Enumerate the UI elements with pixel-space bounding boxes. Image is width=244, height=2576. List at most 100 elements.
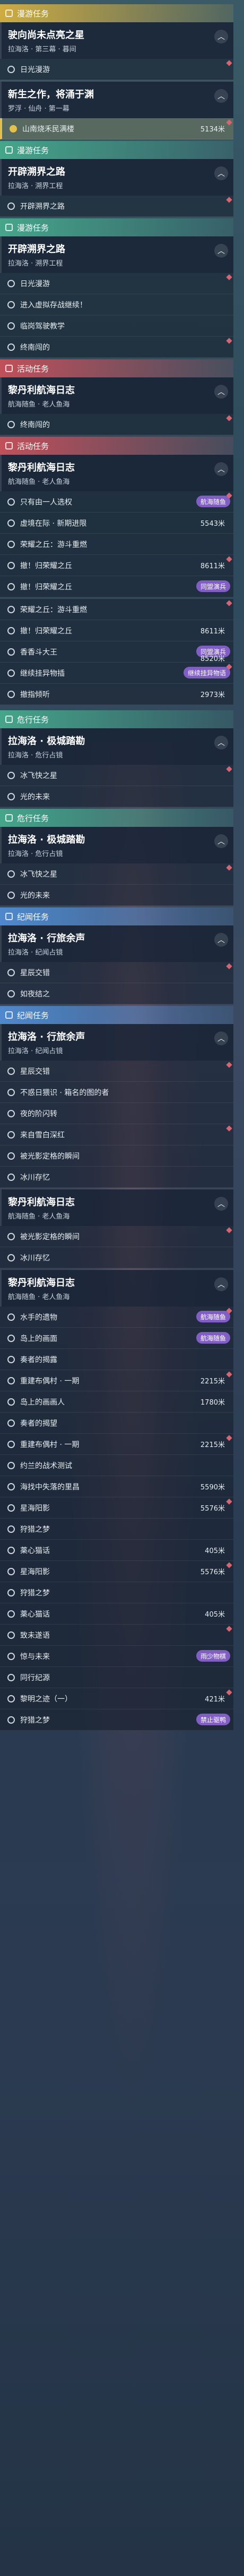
quest-step[interactable]: 狩猎之梦 <box>0 1519 233 1540</box>
quest-step[interactable]: 水手的遗物1773米航海随鱼 <box>0 1307 233 1328</box>
category-header[interactable]: 危行任务 <box>0 809 233 827</box>
quest-step[interactable]: 星辰交错 <box>0 1061 233 1082</box>
chevron-up-icon[interactable]: ︿ <box>214 462 228 476</box>
quest-step[interactable]: 同行纪源 <box>0 1667 233 1688</box>
quest-step[interactable]: 岛上的画画人 1780米 <box>0 1391 233 1413</box>
quest-step[interactable]: 薬心猫话 405米 <box>0 1540 233 1561</box>
category-header[interactable]: 漫游任务 <box>0 141 233 159</box>
quest-step[interactable]: 撤！归荣耀之丘 8611米 <box>0 555 233 576</box>
category-header[interactable]: 漫游任务 <box>0 4 233 22</box>
quest-step[interactable]: 荣耀之丘：游斗重燃 <box>0 599 233 620</box>
chevron-up-icon[interactable]: ︿ <box>214 385 228 399</box>
quest-step[interactable]: 日光漫游 <box>0 273 233 294</box>
quest-step[interactable]: 日光漫游 <box>0 59 233 80</box>
quest-step[interactable]: 继续挂异物插 继续挂异物语 <box>0 663 233 684</box>
quest-step[interactable]: 惊与未来456米雨少物棋 <box>0 1646 233 1667</box>
step-tag[interactable]: 航海随鱼 <box>196 1332 230 1344</box>
category-header[interactable]: 活动任务 <box>0 437 233 455</box>
quest-card[interactable]: 开辟溯界之路 拉海洛 · 溯界工程 ︿ <box>0 236 233 273</box>
quest-step[interactable]: 星辰交错 <box>0 962 233 983</box>
quest-step[interactable]: 海找中失落的里昌 5590米 <box>0 1476 233 1497</box>
quest-section: 活动任务 黎丹利航海日志 航海随鱼 · 老人鱼海 ︿ 只有由一人选权 航海随鱼 虚境在际 ·… <box>0 437 233 597</box>
quest-step[interactable]: 黎明之迹（一） 421米 <box>0 1688 233 1709</box>
quest-step[interactable]: 只有由一人选权 航海随鱼 <box>0 491 233 513</box>
quest-step[interactable]: 光的未来 <box>0 885 233 906</box>
step-tag[interactable]: 继续挂异物语 <box>183 667 230 678</box>
quest-step[interactable]: 光的未来 <box>0 786 233 807</box>
quest-step[interactable]: 荣耀之丘：游斗重燃 <box>0 534 233 555</box>
chevron-up-icon[interactable]: ︿ <box>214 736 228 749</box>
chevron-up-icon[interactable]: ︿ <box>214 1031 228 1045</box>
quest-card[interactable]: 拉海洛 · 极城踏勘 拉海洛 · 危行占镜 ︿ <box>0 827 233 863</box>
quest-title: 新生之作，将涌于渊 <box>8 89 94 100</box>
quest-step[interactable]: 香香斗大王 同盟演兵 8520米 <box>0 641 233 663</box>
quest-title: 黎丹利航海日志 <box>8 462 75 473</box>
step-label: 撤！归荣耀之丘 <box>20 627 72 636</box>
quest-step[interactable]: 不惑日猥识 · 箱名的图的者 <box>0 1082 233 1103</box>
step-tag[interactable]: 航海随鱼 <box>196 1311 230 1322</box>
quest-step[interactable]: 开辟溯界之路 <box>0 196 233 217</box>
quest-card[interactable]: 拉海洛 · 行旅余声 拉海洛 · 纪闻占镜 ︿ <box>0 925 233 962</box>
step-label: 狩猎之梦 <box>20 1525 50 1534</box>
quest-card[interactable]: 拉海洛 · 行旅余声 拉海洛 · 纪闻占镜 ︿ <box>0 1024 233 1061</box>
step-tag[interactable]: 雨少物棋 <box>196 1650 230 1662</box>
quest-step[interactable]: 约兰的战术测试 <box>0 1455 233 1476</box>
quest-step[interactable]: 撤！归荣耀之丘 同盟演兵 <box>0 576 233 597</box>
quest-card[interactable]: 黎丹利航海日志 航海随鱼 · 老人鱼海 ︿ <box>0 1189 233 1226</box>
category-header[interactable]: 活动任务 <box>0 359 233 377</box>
quest-step[interactable]: 撤指倾听 2973米 <box>0 684 233 705</box>
quest-card[interactable]: 黎丹利航海日志 航海随鱼 · 老人鱼海 ︿ <box>0 377 233 414</box>
quest-step[interactable]: 被光影定格的瞬间 <box>0 1145 233 1167</box>
quest-step[interactable]: 冰飞快之星 <box>0 863 233 885</box>
quest-step[interactable]: 夜的阶闪转 <box>0 1103 233 1124</box>
quest-step[interactable]: 冰川存忆 <box>0 1247 233 1268</box>
quest-step[interactable]: 终南闯的 <box>0 414 233 435</box>
chevron-up-icon[interactable]: ︿ <box>214 933 228 947</box>
quest-step[interactable]: 临岗驾驶教学 <box>0 315 233 337</box>
quest-card[interactable]: 新生之作，将涌于渊 罗浮 · 仙舟 · 第一幕 ︿ <box>0 82 233 118</box>
quest-step[interactable]: 山南烧禾民满楼 5134米 <box>0 118 233 139</box>
quest-step[interactable]: 致未遂语 <box>0 1625 233 1646</box>
quest-step[interactable]: 重建布偶村 · 一期 2215米 <box>0 1370 233 1391</box>
category-header[interactable]: 危行任务 <box>0 710 233 728</box>
chevron-up-icon[interactable]: ︿ <box>214 834 228 848</box>
quest-card[interactable]: 驶向尚未点亮之星 拉海洛 · 第三幕 · 暮间 ︿ <box>0 22 233 59</box>
marker-diamond-icon <box>226 766 232 772</box>
quest-step[interactable]: 重建布偶村 · 一期 2215米 <box>0 1434 233 1455</box>
quest-step[interactable]: 岛上的画面1780米航海随鱼 <box>0 1328 233 1349</box>
step-tag[interactable]: 禁止驱鸭 <box>196 1714 230 1725</box>
quest-step[interactable]: 如夜结之 <box>0 983 233 1004</box>
step-tag[interactable]: 同盟演兵 <box>196 580 230 592</box>
quest-step[interactable]: 星海阳影 5576米 <box>0 1497 233 1519</box>
quest-step[interactable]: 冰川存忆 <box>0 1167 233 1188</box>
quest-step[interactable]: 终南闯的 <box>0 337 233 358</box>
category-header[interactable]: 纪闻任务 <box>0 907 233 925</box>
chevron-up-icon[interactable]: ︿ <box>214 89 228 103</box>
quest-step[interactable]: 狩猎之梦9030米禁止驱鸭 <box>0 1709 233 1731</box>
circle-icon <box>7 1631 15 1639</box>
circle-icon <box>7 1398 15 1406</box>
quest-step[interactable]: 撤！归荣耀之丘 8611米 <box>0 620 233 641</box>
quest-step[interactable]: 狩猎之梦 <box>0 1582 233 1603</box>
quest-card[interactable]: 黎丹利航海日志 航海随鱼 · 老人鱼海 ︿ <box>0 455 233 491</box>
category-header[interactable]: 纪闻任务 <box>0 1006 233 1024</box>
chevron-up-icon[interactable]: ︿ <box>214 1277 228 1291</box>
quest-step[interactable]: 虚境在际 · 新期进限 5543米 <box>0 513 233 534</box>
chevron-up-icon[interactable]: ︿ <box>214 1197 228 1211</box>
quest-step[interactable]: 星海阳影 5576米 <box>0 1561 233 1582</box>
quest-step[interactable]: 奏者的揭露 <box>0 1349 233 1370</box>
chevron-up-icon[interactable]: ︿ <box>214 30 228 43</box>
category-header[interactable]: 漫游任务 <box>0 218 233 236</box>
quest-step[interactable]: 来自雪白深红 <box>0 1124 233 1145</box>
quest-step[interactable]: 进入虚拟存战继续！ <box>0 294 233 315</box>
step-tag[interactable]: 航海随鱼 <box>196 496 230 507</box>
quest-step[interactable]: 被光影定格的瞬间 <box>0 1226 233 1247</box>
quest-step[interactable]: 薬心猫话 405米 <box>0 1603 233 1625</box>
quest-card[interactable]: 拉海洛 · 极城踏勘 拉海洛 · 危行占镜 ︿ <box>0 728 233 765</box>
chevron-up-icon[interactable]: ︿ <box>214 166 228 180</box>
quest-step[interactable]: 奏者的揭望 <box>0 1413 233 1434</box>
quest-step[interactable]: 冰飞快之星 <box>0 765 233 786</box>
quest-card[interactable]: 黎丹利航海日志 航海随鱼 · 老人鱼海 ︿ <box>0 1270 233 1307</box>
chevron-up-icon[interactable]: ︿ <box>214 244 228 258</box>
quest-card[interactable]: 开辟溯界之路 拉海洛 · 溯界工程 ︿ <box>0 159 233 196</box>
